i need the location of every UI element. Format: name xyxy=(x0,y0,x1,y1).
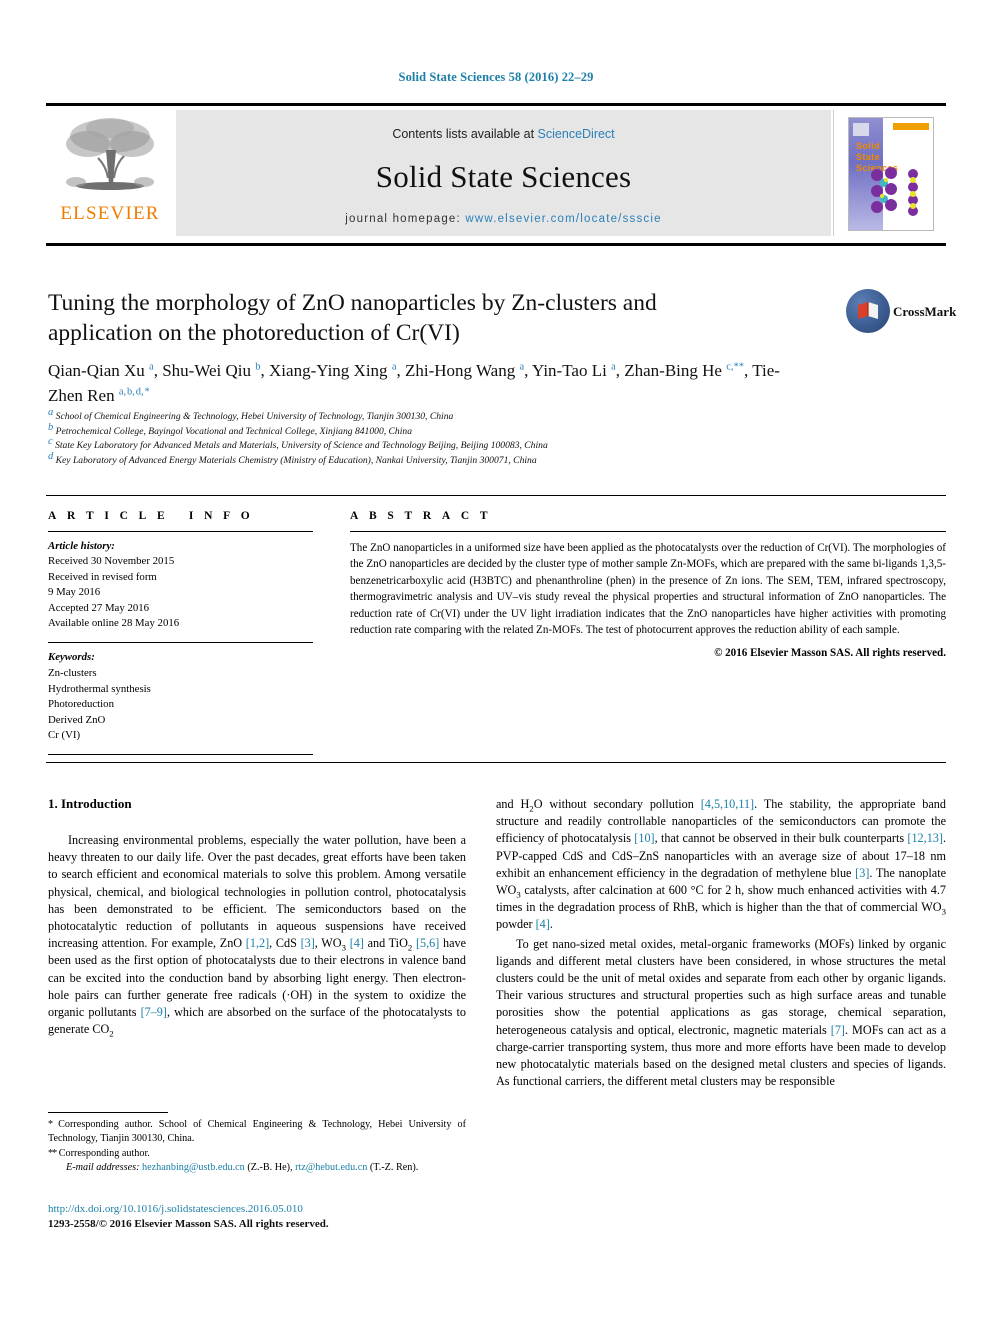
cover-card: Solid State Sciences xyxy=(848,117,934,231)
footnote-rule xyxy=(48,1112,168,1113)
keyword-item: Zn-clusters xyxy=(48,667,97,680)
journal-homepage-line: journal homepage: www.elsevier.com/locat… xyxy=(176,213,831,225)
elsevier-tree-icon xyxy=(58,114,162,202)
crossmark-badge[interactable]: CrossMark xyxy=(846,289,956,335)
homepage-prefix: journal homepage: xyxy=(345,213,466,225)
affiliation-b: b Petrochemical College, Bayingol Vocati… xyxy=(48,421,412,437)
affiliation-a: a School of Chemical Engineering & Techn… xyxy=(48,406,454,422)
keywords-block: Keywords: Zn-clusters Hydrothermal synth… xyxy=(48,650,313,744)
keyword-item: Cr (VI) xyxy=(48,729,81,742)
doi-link[interactable]: http://dx.doi.org/10.1016/j.solidstatesc… xyxy=(48,1202,478,1217)
doi-block: http://dx.doi.org/10.1016/j.solidstatesc… xyxy=(48,1202,478,1232)
affiliation-list: a School of Chemical Engineering & Techn… xyxy=(48,406,878,468)
section-heading-introduction: 1. Introduction xyxy=(48,796,132,811)
article-info-column: A R T I C L E I N F O Article history: R… xyxy=(48,510,313,755)
contents-prefix: Contents lists available at xyxy=(392,127,538,141)
abstract-column: A B S T R A C T The ZnO nanoparticles in… xyxy=(350,510,946,659)
article-history-label: Article history: xyxy=(48,540,115,552)
intro-paragraph-right-1: and H2O without secondary pollution [4,5… xyxy=(496,797,946,932)
abstract-copyright: © 2016 Elsevier Masson SAS. All rights r… xyxy=(714,647,946,660)
crossmark-book-icon xyxy=(858,302,878,319)
history-item: Available online 28 May 2016 xyxy=(48,617,180,630)
journal-masthead: ELSEVIER Contents lists available at Sci… xyxy=(46,103,946,236)
abstract-heading: A B S T R A C T xyxy=(350,510,492,522)
issn-copyright-line: 1293-2558/© 2016 Elsevier Masson SAS. Al… xyxy=(48,1218,329,1230)
article-history: Article history: Received 30 November 20… xyxy=(48,539,313,631)
article-info-heading: A R T I C L E I N F O xyxy=(48,510,254,522)
body-right-column: and H2O without secondary pollution [4,5… xyxy=(496,796,946,1092)
footnote-corresponding-author-1: * Corresponding author. School of Chemic… xyxy=(48,1119,466,1145)
history-item: Received in revised form xyxy=(48,570,157,583)
cover-title-line-1: Solid xyxy=(856,141,880,151)
email-link-1[interactable]: hezhanbing@ustb.edu.cn xyxy=(142,1162,245,1173)
keywords-label: Keywords: xyxy=(48,651,95,664)
email-link-2[interactable]: rtz@hebut.edu.cn xyxy=(295,1162,367,1173)
author-list: Qian-Qian Xu a, Shu-Wei Qiu b, Xiang-Yin… xyxy=(48,361,780,405)
keywords-bottom-rule xyxy=(48,754,313,755)
journal-cover-thumbnail: Solid State Sciences xyxy=(833,110,946,236)
masthead-center: Contents lists available at ScienceDirec… xyxy=(176,110,831,236)
abstract-text: The ZnO nanoparticles in a uniformed siz… xyxy=(350,542,946,637)
body-left-column: 1. Introduction Increasing environmental… xyxy=(48,796,466,1040)
history-item: Received 30 November 2015 xyxy=(48,555,175,568)
running-head: Solid State Sciences 58 (2016) 22–29 xyxy=(398,70,594,84)
page-title: Tuning the morphology of ZnO nanoparticl… xyxy=(48,290,657,346)
cover-crystal-structure-art xyxy=(869,167,927,224)
footnote-block: * Corresponding author. School of Chemic… xyxy=(48,1112,466,1176)
masthead-bottom-rule xyxy=(46,243,946,246)
contents-available-line: Contents lists available at ScienceDirec… xyxy=(176,110,831,141)
history-item: 9 May 2016 xyxy=(48,586,101,599)
intro-paragraph-left: Increasing environmental problems, espec… xyxy=(48,833,467,1039)
journal-title: Solid State Sciences xyxy=(375,159,632,194)
elsevier-logo: ELSEVIER xyxy=(46,110,174,236)
cover-publisher-mark xyxy=(853,123,869,136)
journal-article-page: Solid State Sciences 58 (2016) 22–29 ELS… xyxy=(0,0,992,1323)
keyword-item: Derived ZnO xyxy=(48,713,106,726)
abstract-rule xyxy=(350,531,946,532)
history-item: Accepted 27 May 2016 xyxy=(48,601,150,614)
keyword-item: Photoreduction xyxy=(48,698,114,711)
keyword-item: Hydrothermal synthesis xyxy=(48,682,151,695)
elsevier-wordmark: ELSEVIER xyxy=(60,203,160,224)
affiliation-c: c State Key Laboratory for Advanced Meta… xyxy=(48,436,548,452)
crossmark-label: CrossMark xyxy=(893,304,957,319)
article-info-rule xyxy=(48,531,313,532)
affiliation-d: d Key Laboratory of Advanced Energy Mate… xyxy=(48,450,537,466)
keywords-top-rule xyxy=(48,642,313,644)
footnote-corresponding-author-2: ** Corresponding author. xyxy=(48,1147,150,1159)
intro-paragraph-right-2: To get nano-sized metal oxides, metal-or… xyxy=(496,936,946,1089)
cover-orange-band xyxy=(893,123,929,130)
body-top-rule xyxy=(46,762,946,763)
homepage-url-link[interactable]: www.elsevier.com/locate/ssscie xyxy=(465,213,661,225)
sciencedirect-link[interactable]: ScienceDirect xyxy=(538,127,615,141)
footnote-emails: E-mail addresses: hezhanbing@ustb.edu.cn… xyxy=(66,1162,419,1174)
info-section-top-rule xyxy=(46,495,946,496)
cover-title-line-2: State xyxy=(856,152,881,162)
